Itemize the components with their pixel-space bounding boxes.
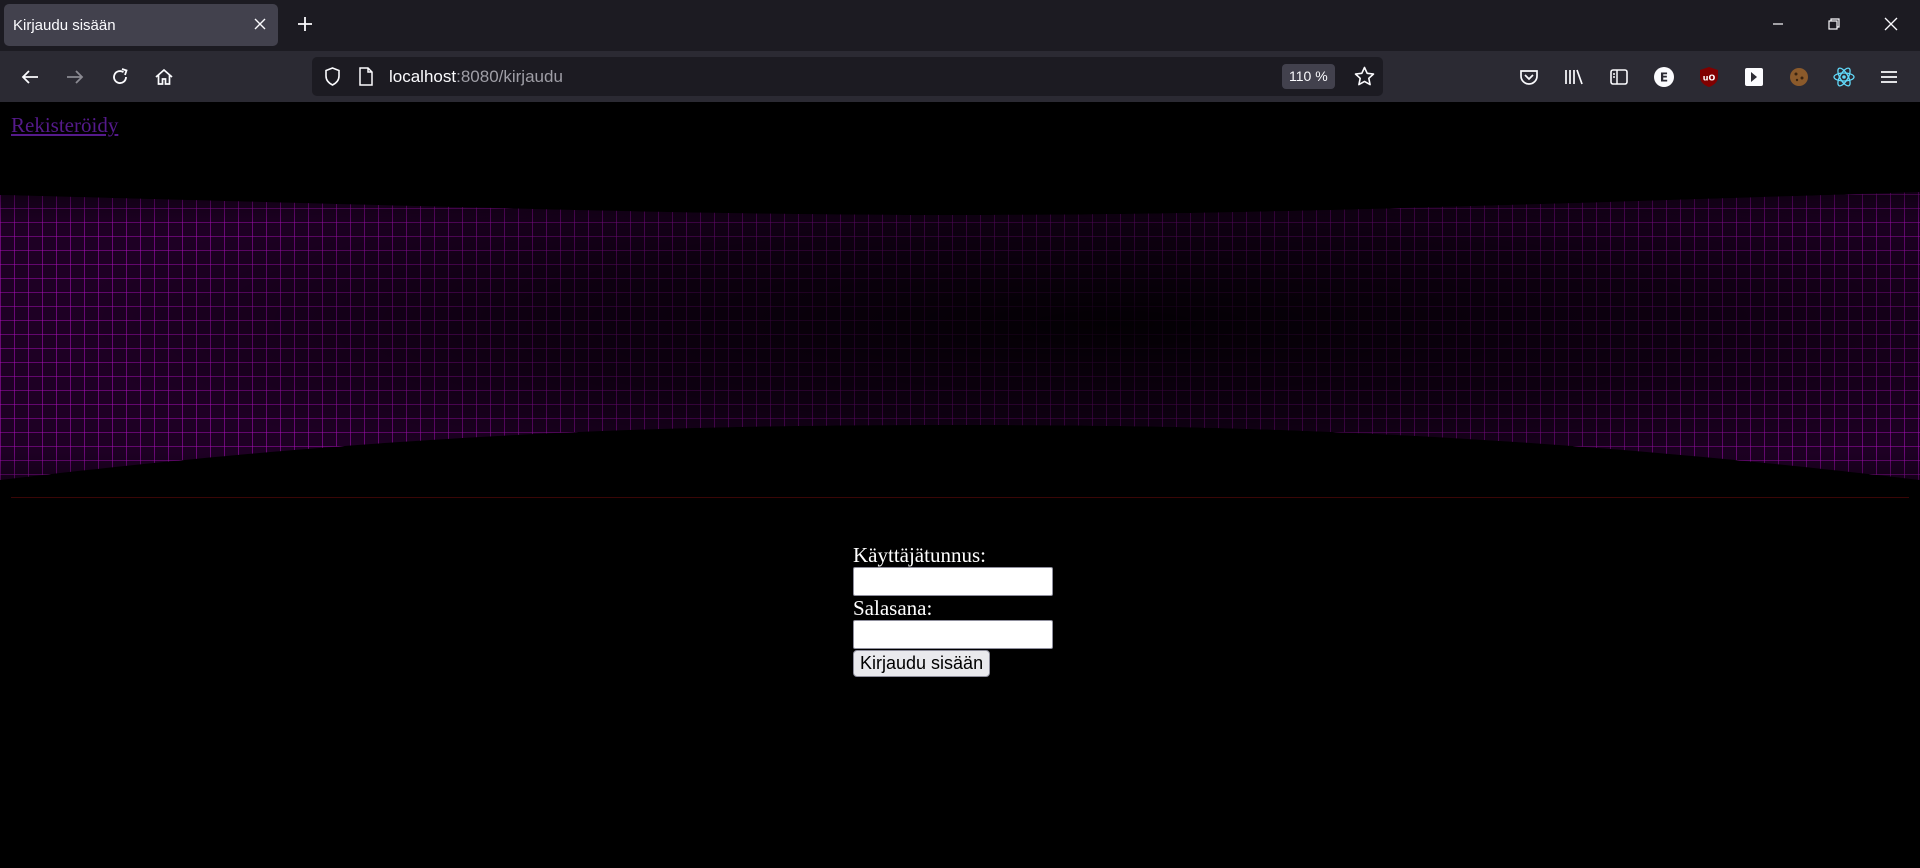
hamburger-menu-icon — [1881, 71, 1897, 83]
register-link[interactable]: Rekisteröidy — [11, 113, 118, 138]
home-icon — [155, 68, 173, 85]
url-text[interactable]: localhost:8080/kirjaudu — [389, 67, 563, 87]
library-button[interactable] — [1561, 64, 1587, 90]
login-submit-button[interactable]: Kirjaudu sisään — [853, 650, 991, 677]
forward-button[interactable] — [62, 64, 88, 90]
pocket-icon — [1520, 70, 1538, 85]
reload-icon — [113, 68, 128, 84]
ublock-icon: uO — [1700, 67, 1718, 87]
ublock-button[interactable]: uO — [1696, 64, 1722, 90]
svg-text:E: E — [1660, 71, 1668, 85]
cookie-button[interactable] — [1786, 64, 1812, 90]
pocket-button[interactable] — [1516, 64, 1542, 90]
forward-arrow-icon — [67, 70, 84, 84]
back-button[interactable] — [17, 64, 43, 90]
tab-strip: Kirjaudu sisään — [0, 0, 1920, 51]
extension-e-icon: E — [1654, 67, 1674, 87]
sidebar-button[interactable] — [1606, 64, 1632, 90]
extension-arrow-icon — [1745, 68, 1763, 86]
username-label: Käyttäjätunnus: — [853, 543, 986, 567]
tracking-protection-shield-icon[interactable] — [322, 66, 343, 87]
react-devtools-button[interactable] — [1831, 64, 1857, 90]
bookmark-star-icon[interactable] — [1353, 65, 1376, 88]
react-devtools-icon — [1833, 67, 1855, 87]
library-icon — [1565, 69, 1583, 85]
login-form: Käyttäjätunnus: Salasana: Kirjaudu sisää… — [853, 543, 1113, 677]
url-path: :8080/kirjaudu — [456, 67, 563, 86]
back-arrow-icon — [21, 70, 38, 84]
horizontal-divider — [11, 497, 1909, 498]
sidebar-icon — [1610, 69, 1628, 85]
password-label: Salasana: — [853, 596, 933, 620]
cookie-icon — [1790, 68, 1808, 86]
home-button[interactable] — [151, 64, 177, 90]
address-bar[interactable]: localhost:8080/kirjaudu 110 % — [312, 57, 1383, 96]
reload-button[interactable] — [107, 64, 133, 90]
svg-text:uO: uO — [1703, 74, 1716, 83]
minimize-icon[interactable] — [1768, 14, 1788, 34]
app-menu-button[interactable] — [1876, 64, 1902, 90]
tab-title: Kirjaudu sisään — [13, 17, 116, 34]
navigation-toolbar: localhost:8080/kirjaudu 110 % E uO — [0, 51, 1920, 102]
new-tab-icon[interactable] — [295, 14, 315, 34]
page-info-icon[interactable] — [357, 66, 375, 87]
zoom-level-button[interactable]: 110 % — [1282, 64, 1335, 89]
username-input[interactable] — [853, 567, 1053, 596]
url-host: localhost — [389, 67, 457, 86]
close-window-icon[interactable] — [1881, 14, 1901, 34]
extension-arrow-button[interactable] — [1741, 64, 1767, 90]
wireframe-tunnel-banner — [0, 192, 1920, 480]
restore-icon[interactable] — [1824, 14, 1844, 34]
active-tab[interactable]: Kirjaudu sisään — [4, 4, 278, 46]
page-viewport: Rekisteröidy Käyttäjätunnus: Salasana: K… — [0, 102, 1920, 868]
extension-e-button[interactable]: E — [1651, 64, 1677, 90]
close-tab-icon[interactable] — [254, 18, 266, 30]
password-input[interactable] — [853, 620, 1053, 649]
